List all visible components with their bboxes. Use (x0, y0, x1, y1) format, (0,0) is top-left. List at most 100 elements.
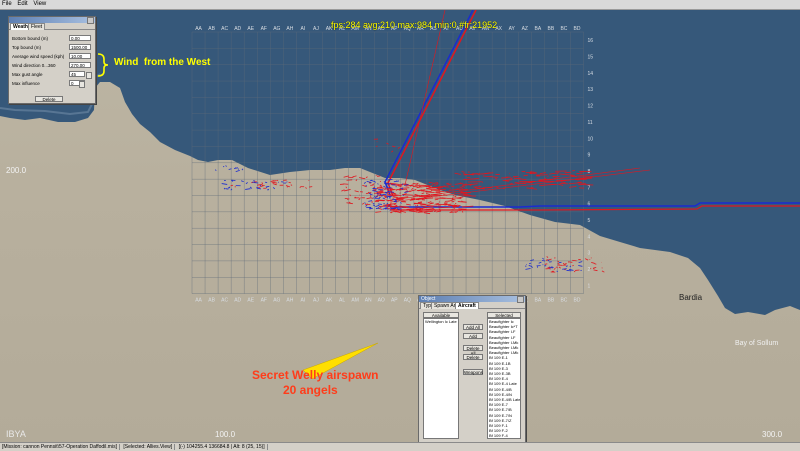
object-window: Object Type Spawn Area Aircraft Availabl… (418, 295, 526, 442)
aircraft-marker (513, 176, 519, 177)
aircraft-marker (426, 193, 430, 194)
weather-field-label: Bottom bound (m) (12, 36, 48, 41)
weather-field-input[interactable]: 1500.00 (69, 44, 91, 50)
menu-edit[interactable]: Edit (15, 1, 29, 7)
airspawn-annotation-line2: 20 angels (283, 383, 338, 397)
aircraft-marker (409, 211, 417, 212)
weather-field-input[interactable]: 10.00 (69, 53, 91, 59)
aircraft-marker (234, 168, 238, 169)
list-item[interactable]: Wellington Ic Late (424, 319, 458, 324)
aircraft-marker (569, 186, 576, 187)
delete-all-button[interactable]: Delete All (463, 345, 483, 351)
aircraft-marker (359, 199, 361, 200)
aircraft-marker (496, 187, 499, 188)
weather-field-input[interactable]: 270.00 (69, 62, 91, 68)
airspawn-annotation-line1: Secret Welly airspawn (252, 368, 379, 382)
object-tabs: Type Spawn Area Aircraft (419, 302, 525, 309)
aircraft-marker (460, 187, 463, 188)
aircraft-marker (222, 184, 228, 185)
aircraft-marker (232, 181, 233, 182)
aircraft-marker (424, 213, 430, 214)
aircraft-marker (257, 184, 262, 185)
aircraft-marker (374, 196, 376, 197)
aircraft-marker (431, 184, 433, 185)
aircraft-marker (545, 177, 546, 178)
tab-fleet[interactable]: Fleet (28, 23, 45, 30)
aircraft-marker (457, 205, 461, 206)
aircraft-marker (366, 177, 368, 178)
aircraft-marker (590, 268, 591, 269)
weather-window: Weather Fleet Bottom bound (m)0.00Top bo… (8, 16, 96, 104)
aircraft-marker (246, 182, 248, 183)
add-all-button[interactable]: Add All (463, 324, 483, 330)
aircraft-marker (455, 196, 456, 197)
aircraft-marker (565, 172, 571, 173)
selected-list[interactable]: Beaufighter IcBeaufighter Ic*TBeaufighte… (487, 318, 521, 439)
aircraft-marker (266, 186, 270, 187)
aircraft-marker (418, 211, 429, 212)
weather-delete-button[interactable]: Delete (35, 96, 63, 102)
aircraft-marker (392, 146, 395, 147)
aircraft-marker (389, 206, 390, 207)
aircraft-marker (305, 188, 306, 189)
aircraft-marker (569, 269, 573, 270)
menu-file[interactable]: File (0, 1, 14, 7)
aircraft-marker (226, 166, 227, 167)
tab-aircraft[interactable]: Aircraft (455, 302, 479, 309)
aircraft-marker (366, 205, 368, 206)
slider-handle[interactable] (79, 81, 85, 88)
aircraft-marker (404, 192, 408, 193)
weather-field-label: Max gust angle (12, 72, 43, 77)
aircraft-marker (286, 182, 287, 183)
aircraft-marker (558, 261, 559, 262)
aircraft-marker (356, 180, 357, 181)
slider-handle[interactable] (86, 72, 92, 79)
aircraft-marker (406, 190, 407, 191)
aircraft-marker (563, 263, 564, 264)
aircraft-marker (390, 197, 391, 198)
aircraft-marker (462, 211, 463, 212)
map-view[interactable]: AAAAABABACACADADAEAEAFAFAGAGAHAHAIAIAJAJ… (0, 10, 800, 442)
aircraft-marker (539, 185, 544, 186)
aircraft-marker (594, 263, 596, 264)
aircraft-marker (505, 180, 512, 181)
aircraft-marker (446, 183, 449, 184)
aircraft-marker (231, 185, 233, 186)
aircraft-marker (540, 172, 546, 173)
available-list[interactable]: Wellington Ic Late (423, 318, 459, 439)
flight-tracks (0, 10, 800, 442)
coord-300: 300.0 (762, 430, 782, 439)
weather-field-input[interactable]: 0.00 (69, 35, 91, 41)
aircraft-marker (383, 186, 385, 187)
menu-view[interactable]: View (31, 1, 48, 7)
aircraft-marker (370, 198, 373, 199)
aircraft-marker (373, 190, 376, 191)
aircraft-marker (467, 177, 471, 178)
aircraft-marker (241, 181, 244, 182)
delete-button[interactable]: Delete (463, 354, 483, 360)
aircraft-marker (289, 182, 291, 183)
aircraft-marker (373, 187, 375, 188)
aircraft-marker (434, 211, 436, 212)
aircraft-marker (548, 176, 549, 177)
aircraft-marker (557, 267, 558, 268)
weapons-button[interactable]: Weapons (463, 369, 483, 375)
aircraft-marker (558, 184, 563, 185)
aircraft-marker (286, 185, 290, 186)
place-bay-of-sollum: Bay of Sollum (735, 340, 778, 347)
list-item[interactable]: Beaufighter I-F (488, 329, 520, 334)
aircraft-marker (462, 172, 465, 173)
aircraft-marker (572, 260, 576, 261)
weather-field-label: Top bound (m) (12, 45, 41, 50)
aircraft-marker (544, 184, 558, 185)
long-track-north (385, 10, 476, 196)
aircraft-marker (542, 260, 545, 261)
aircraft-marker (421, 191, 431, 192)
status-selected: [Selected: Allies.View] (121, 444, 175, 450)
weather-field-input[interactable]: 45 (69, 71, 85, 77)
list-item[interactable]: Bf 109 E-4 Late (488, 381, 520, 386)
aircraft-marker (435, 199, 439, 200)
aircraft-marker (372, 184, 374, 185)
add-button[interactable]: Add (463, 333, 483, 339)
aircraft-marker (242, 169, 243, 170)
